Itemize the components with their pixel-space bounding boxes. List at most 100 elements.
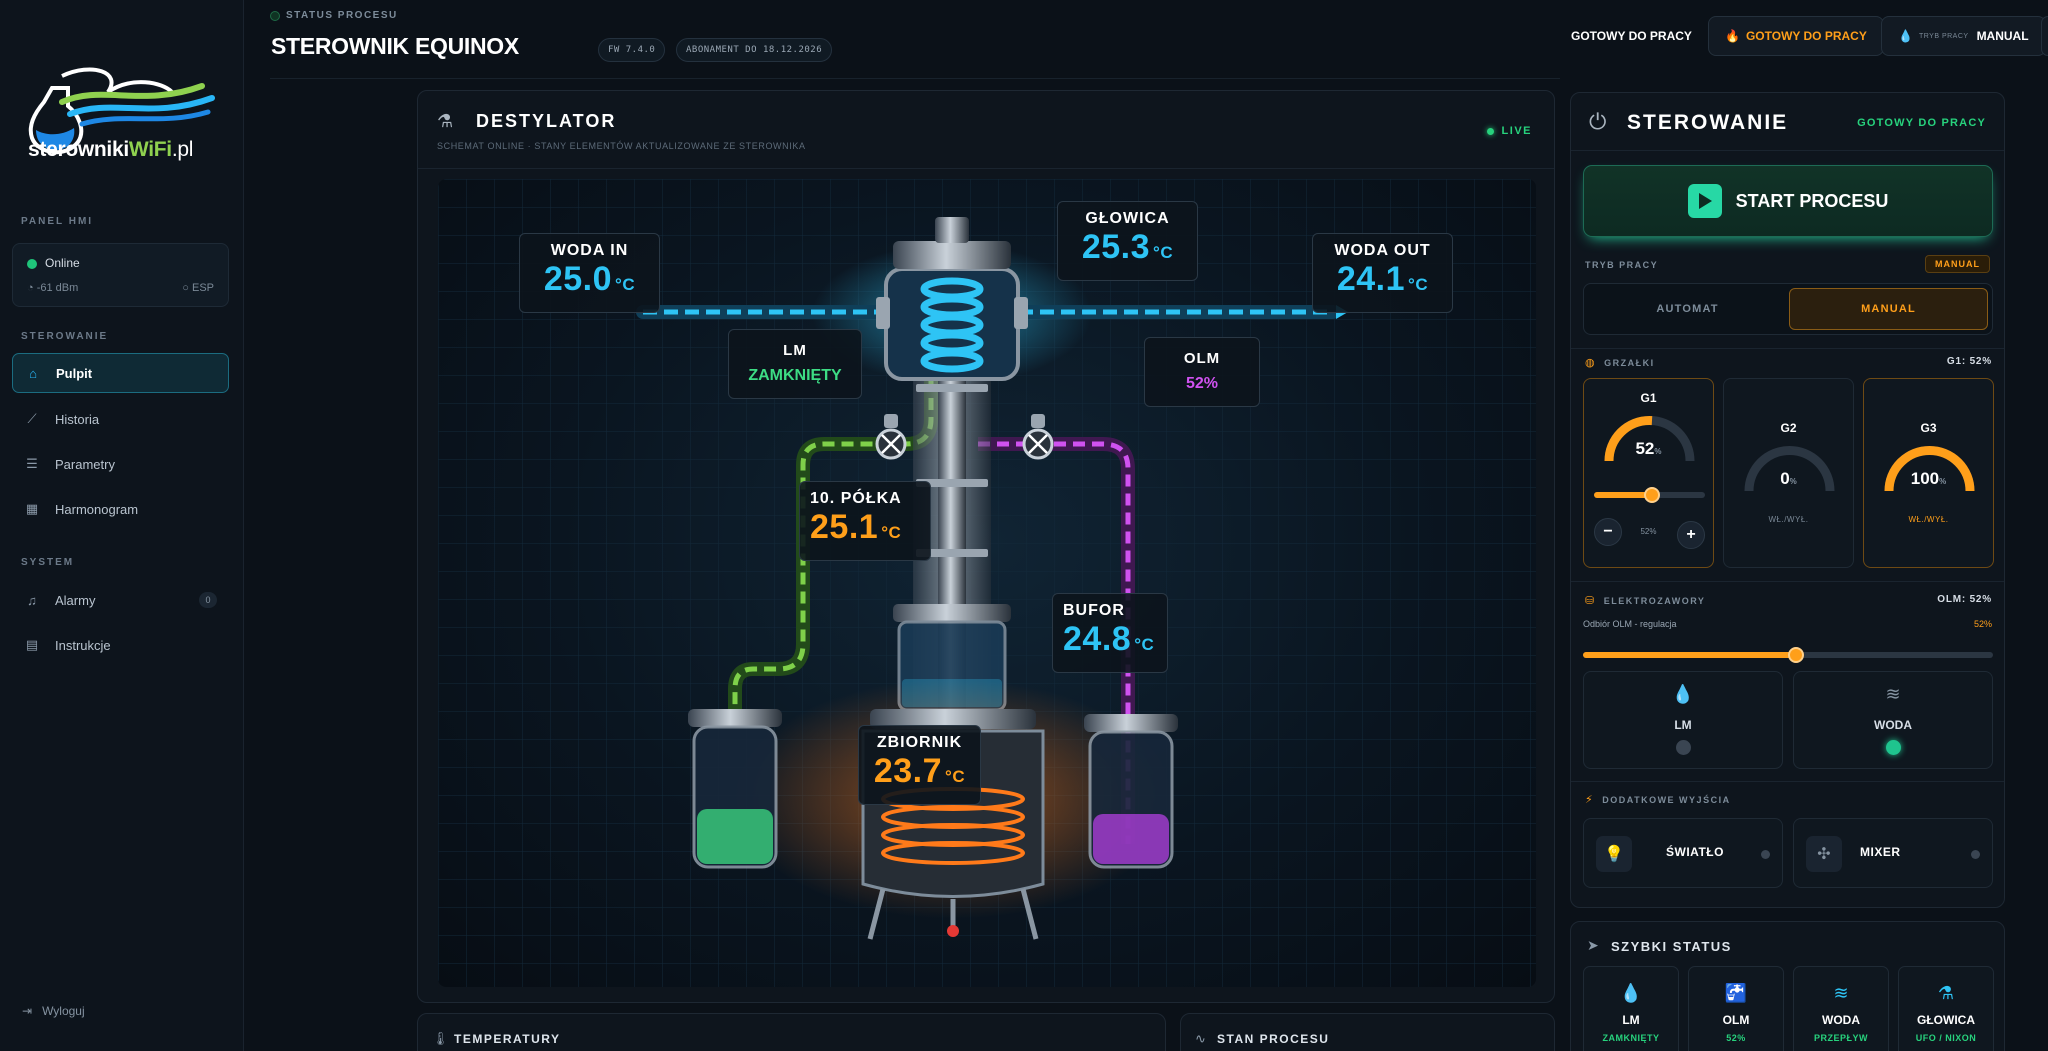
outputs-label: ⚡ DODATKOWE WYJŚCIA xyxy=(1585,793,1731,806)
heater-slider-g1[interactable] xyxy=(1594,487,1705,503)
tank-label: ZBIORNIK xyxy=(876,734,963,751)
tank-tag: ZBIORNIK 23.7 °C xyxy=(858,725,981,805)
olm-state: 52% xyxy=(1185,375,1219,392)
alarm-count-badge: 0 xyxy=(199,592,217,608)
connection-status-card: Online ◔ -61 dBm ○ ESP xyxy=(12,243,229,307)
temperatures-panel: 🌡 TEMPERATURY xyxy=(417,1013,1166,1051)
head-flange-right xyxy=(1014,297,1028,329)
heater-card-g3[interactable]: G3 100% WŁ./WYŁ. xyxy=(1863,378,1994,568)
mode-label: TRYB PRACY xyxy=(1585,260,1659,270)
head-tag: GŁOWICA 25.3 °C xyxy=(1057,201,1198,281)
status-label: STATUS PROCESU xyxy=(270,10,398,21)
lm-label: LM xyxy=(783,342,807,359)
online-dot xyxy=(27,259,37,269)
connection-status: Online xyxy=(45,256,80,270)
lm-receiver-liquid xyxy=(697,809,773,864)
divider xyxy=(1571,348,2004,349)
quick-status-olm: 🚰 OLM 52% xyxy=(1688,966,1784,1051)
sidebar-item-parametry[interactable]: ☰ Parametry xyxy=(12,444,229,484)
heater-increase-button[interactable]: + xyxy=(1677,521,1705,549)
divider xyxy=(1571,781,2004,782)
shelf-number: 25.1 xyxy=(810,508,879,546)
sidebar-item-label: Pulpit xyxy=(56,365,93,381)
live-indicator: LIVE xyxy=(1486,125,1532,137)
head-number: 25.3 xyxy=(1081,228,1151,266)
mode-pill-label: TRYB PRACY xyxy=(1918,32,1969,40)
bell-icon: ♫ xyxy=(27,592,37,608)
control-title: STEROWANIE xyxy=(1627,111,1789,134)
logout-link[interactable]: ⇥ Wyloguj xyxy=(22,1004,85,1018)
buffer-label: BUFOR xyxy=(1063,602,1125,619)
sidebar-item-harmonogram[interactable]: ▦ Harmonogram xyxy=(12,489,229,529)
quick-status-lm: 💧 LM ZAMKNIĘTY xyxy=(1583,966,1679,1051)
olm-slider-label: Odbiór OLM - regulacja xyxy=(1583,619,1677,629)
olm-receiver-liquid xyxy=(1093,814,1169,864)
drop-icon: 💧 xyxy=(1671,684,1695,704)
lm-state: ZAMKNIĘTY xyxy=(748,367,842,384)
ready-text: GOTOWY DO PRACY xyxy=(1571,29,1692,43)
control-header: ⏻ STEROWANIE GOTOWY DO PRACY xyxy=(1571,93,2004,151)
quick-status-name: OLM xyxy=(1722,1013,1750,1027)
flask-icon: ⚗ xyxy=(1937,983,1955,1003)
wifi-signal: ◔ -61 dBm xyxy=(27,282,78,294)
sidebar-item-pulpit[interactable]: ⌂ Pulpit xyxy=(12,353,229,393)
heaters-summary: G1: 52% xyxy=(1946,356,1992,367)
olm-label: OLM xyxy=(1183,350,1221,367)
heater-mode-g3: WŁ./WYŁ. xyxy=(1908,515,1949,524)
output-card-light[interactable]: 💡 ŚWIATŁO xyxy=(1583,818,1783,888)
esp-value: ESP xyxy=(191,282,214,294)
page-title: STEROWNIK EQUINOX xyxy=(271,33,519,59)
heater-card-g1: G1 52% − 52% + xyxy=(1583,378,1714,568)
buffer-tag: BUFOR 24.8 °C xyxy=(1052,593,1168,673)
start-process-button[interactable]: START PROCESU xyxy=(1583,165,1993,237)
heater-value-unit-g2: % xyxy=(1789,477,1797,486)
sidebar-item-label: Parametry xyxy=(55,456,115,472)
mode-pill[interactable]: 💧 TRYB PRACY MANUAL xyxy=(1881,16,2046,56)
sliders-icon: ☰ xyxy=(26,456,38,471)
outputs-label-text: DODATKOWE WYJŚCIA xyxy=(1602,794,1731,805)
water-out-tag: WODA OUT 24.1 °C xyxy=(1312,233,1453,313)
status-label-text: STATUS PROCESU xyxy=(286,10,398,21)
heater-value-number-g2: 0 xyxy=(1780,469,1790,488)
mode-option-automat[interactable]: AUTOMAT xyxy=(1588,288,1787,330)
heater-slider-knob-g1[interactable] xyxy=(1643,487,1660,503)
olm-slider-value: 52% xyxy=(1973,619,1992,629)
tank-unit: °C xyxy=(945,767,966,786)
heaters-label: ◍ GRZAŁKI xyxy=(1585,356,1655,369)
home-icon: ⌂ xyxy=(29,365,37,381)
heater-card-g2[interactable]: G2 0% WŁ./WYŁ. xyxy=(1723,378,1854,568)
subscription-chip: ABONAMENT DO 18.12.2026 xyxy=(676,38,833,62)
ready-pill-label: GOTOWY DO PRACY xyxy=(1745,29,1867,43)
firmware-chip: FW 7.4.0 xyxy=(598,38,666,62)
control-panel: ⏻ STEROWANIE GOTOWY DO PRACY START PROCE… xyxy=(1570,92,2005,908)
quick-status-value: 52% xyxy=(1726,1033,1746,1043)
ready-pill: 🔥 GOTOWY DO PRACY xyxy=(1708,16,1884,56)
destylator-scene: WODA IN 25.0 °C GŁOWICA 25.3 °C WODA OUT 2… xyxy=(438,179,1536,987)
header-divider xyxy=(270,78,1560,79)
chart-line-icon: ⟋ xyxy=(27,411,37,426)
drop-icon: 💧 xyxy=(1619,983,1643,1003)
olm-receiver-cap xyxy=(1084,714,1178,732)
output-card-mixer[interactable]: ✣ MIXER xyxy=(1793,818,1993,888)
esp-icon: ○ xyxy=(182,282,192,294)
valve-card-lm[interactable]: 💧 LM xyxy=(1583,671,1783,769)
sidebar-item-alarmy[interactable]: ♫ Alarmy 0 xyxy=(12,580,229,620)
water-out-unit: °C xyxy=(1408,275,1429,294)
valve-indicator-woda xyxy=(1886,740,1901,755)
water-out-label: WODA OUT xyxy=(1334,242,1431,259)
head-top xyxy=(935,217,969,243)
head-cap xyxy=(893,241,1011,269)
olm-slider[interactable] xyxy=(1583,647,1993,663)
water-in-unit: °C xyxy=(615,275,636,294)
quick-status-value: UFO / NIXON xyxy=(1915,1033,1977,1043)
quick-status-panel: ➤ SZYBKI STATUS 💧 LM ZAMKNIĘTY 🚰 OLM 52%… xyxy=(1570,921,2005,1051)
sidebar-item-instrukcje[interactable]: ▤ Instrukcje xyxy=(12,625,229,665)
heater-value-number-g1: 52 xyxy=(1635,439,1655,458)
olm-slider-knob[interactable] xyxy=(1788,647,1805,663)
sidebar-item-label: Instrukcje xyxy=(55,637,111,653)
heater-mode-g2: WŁ./WYŁ. xyxy=(1768,515,1809,524)
valves-summary: OLM: 52% xyxy=(1937,594,1992,605)
sidebar-item-historia[interactable]: ⟋ Historia xyxy=(12,399,229,439)
valve-card-woda[interactable]: ≋ WODA xyxy=(1793,671,1993,769)
mode-option-manual[interactable]: MANUAL xyxy=(1789,288,1988,330)
